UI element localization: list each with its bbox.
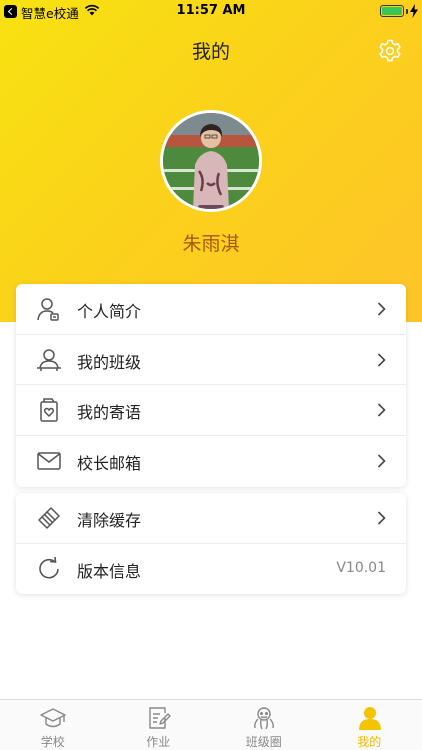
bottom-tab-bar: 学校 作业 班级圈 我的 [0, 699, 422, 750]
menu-item-principal-mailbox[interactable]: 校长邮箱 [16, 436, 406, 487]
tab-label: 班级圈 [245, 735, 282, 749]
class-user-icon [37, 348, 61, 371]
chevron-right-icon [377, 453, 386, 468]
menu-item-version-info[interactable]: 版本信息 V10.01 [16, 544, 406, 595]
chevron-right-icon [377, 302, 386, 316]
profile-menu-card: 个人简介 我的班级 我的寄语 校长邮箱 [16, 284, 406, 487]
charging-bolt-icon [410, 4, 418, 18]
menu-item-my-message[interactable]: 我的寄语 [16, 385, 406, 436]
menu-item-clear-cache[interactable]: 清除缓存 [16, 493, 406, 544]
class-circle-icon [254, 707, 274, 730]
battery-icon [380, 5, 404, 17]
tab-class-circle[interactable]: 班级圈 [211, 700, 317, 750]
person-icon [358, 707, 381, 730]
mail-icon [37, 451, 61, 470]
message-heart-icon [40, 398, 58, 422]
tab-label: 作业 [146, 735, 171, 749]
menu-item-label: 我的班级 [77, 352, 142, 372]
homework-icon [148, 707, 171, 729]
page-title: 我的 [191, 41, 230, 63]
version-number: V10.01 [336, 559, 386, 576]
avatar-photo [163, 113, 259, 209]
status-time: 11:57 AM [176, 3, 246, 18]
tab-mine[interactable]: 我的 [317, 700, 422, 750]
menu-item-my-class[interactable]: 我的班级 [16, 335, 406, 385]
refresh-icon [39, 556, 59, 578]
tab-label: 我的 [357, 735, 382, 749]
menu-item-label: 个人简介 [77, 302, 142, 321]
chevron-right-icon [377, 352, 386, 367]
chevron-right-icon [377, 511, 386, 525]
chevron-right-icon [377, 403, 386, 417]
broom-icon [38, 507, 60, 529]
menu-item-label: 校长邮箱 [77, 453, 142, 473]
menu-item-profile[interactable]: 个人简介 [16, 284, 406, 335]
menu-item-label: 我的寄语 [77, 403, 142, 422]
avatar[interactable] [160, 110, 262, 212]
user-profile-icon [37, 298, 59, 321]
menu-item-label: 清除缓存 [77, 511, 142, 530]
settings-gear-icon[interactable] [377, 38, 403, 64]
battery-cap [406, 8, 408, 14]
graduation-cap-icon [40, 708, 66, 728]
tab-homework[interactable]: 作业 [106, 700, 212, 750]
username: 朱雨淇 [182, 233, 240, 255]
tab-label: 学校 [40, 735, 65, 749]
tab-school[interactable]: 学校 [0, 700, 106, 750]
menu-item-label: 版本信息 [77, 561, 142, 581]
status-bar: 智慧e校通 11:57 AM [0, 0, 422, 24]
app-settings-card: 清除缓存 版本信息 V10.01 [16, 493, 406, 594]
